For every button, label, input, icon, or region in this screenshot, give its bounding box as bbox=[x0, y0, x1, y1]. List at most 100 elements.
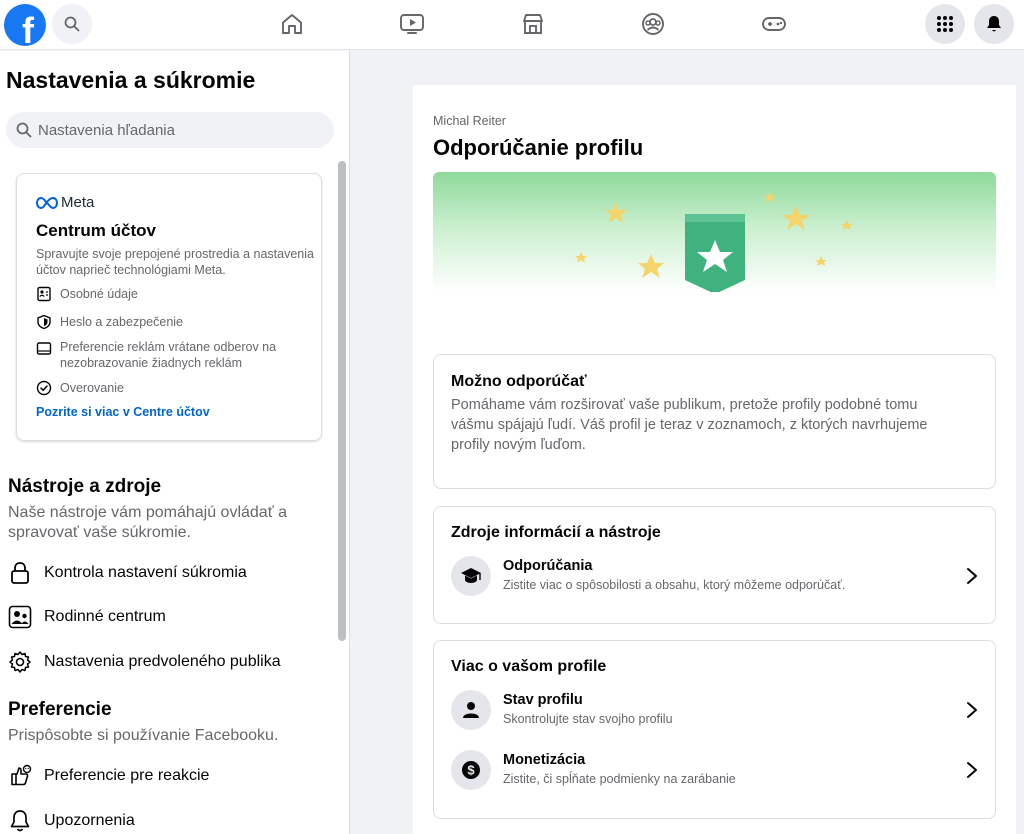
resources-card-title: Zdroje informácií a nástroje bbox=[451, 524, 661, 541]
eligible-recommendation-card: Možno odporúčať Pomáhame vám rozširovať … bbox=[433, 354, 996, 489]
notifications-button[interactable] bbox=[974, 4, 1014, 44]
meta-brand-text: Meta bbox=[61, 194, 95, 211]
sidebar-item-label: Upozornenia bbox=[44, 812, 135, 829]
accounts-center-item-verification[interactable]: Overovanie bbox=[36, 380, 124, 396]
sidebar-item-label: Kontrola nastavení súkromia bbox=[44, 564, 247, 581]
profile-info-card: Viac o vašom profile Stav profilu Skontr… bbox=[433, 640, 996, 819]
monitor-icon bbox=[36, 342, 52, 355]
see-more-accounts-center-link[interactable]: Pozrite si viac v Centre účtov bbox=[36, 405, 210, 419]
monetization-subtitle: Zistite, či spĺňate podmienky na zarában… bbox=[503, 772, 736, 786]
id-card-icon bbox=[37, 286, 51, 302]
accounts-center-item-label: Preferencie reklám vrátane odberov na ne… bbox=[60, 340, 277, 370]
chevron-right-icon bbox=[963, 566, 981, 586]
recommendations-row[interactable]: Odporúčania Zistite viac o spôsobilosti … bbox=[451, 554, 981, 598]
video-tab[interactable] bbox=[398, 10, 426, 38]
monetization-row[interactable]: $ Monetizácia Zistite, či spĺňate podmie… bbox=[451, 748, 981, 792]
accounts-center-item-label: Osobné údaje bbox=[60, 287, 138, 301]
accounts-center-item-ad-preferences[interactable]: Preferencie reklám vrátane odberov na ne… bbox=[36, 339, 296, 371]
profile-name: Michal Reiter bbox=[433, 114, 506, 128]
accounts-center-item-label: Overovanie bbox=[60, 381, 124, 395]
accounts-center-title: Centrum účtov bbox=[36, 221, 156, 240]
sidebar-item-label: Rodinné centrum bbox=[44, 608, 166, 625]
video-icon bbox=[400, 14, 424, 34]
tools-section-title: Nástroje a zdroje bbox=[8, 476, 162, 497]
monetization-title: Monetizácia bbox=[503, 752, 586, 768]
meta-infinity-icon bbox=[36, 196, 58, 209]
search-icon bbox=[16, 122, 32, 138]
profile-status-row[interactable]: Stav profilu Skontrolujte stav svojho pr… bbox=[451, 688, 981, 732]
settings-sidebar: Nastavenia a súkromie Meta Centrum účtov… bbox=[0, 51, 350, 834]
badge-ribbon-icon bbox=[685, 214, 745, 292]
family-icon bbox=[8, 605, 32, 629]
sidebar-item-notifications[interactable]: Upozornenia bbox=[8, 809, 135, 833]
star-icon bbox=[764, 192, 776, 202]
facebook-logo-letter: f bbox=[22, 10, 34, 47]
profile-status-title: Stav profilu bbox=[503, 692, 583, 708]
meta-logo: Meta bbox=[36, 194, 94, 211]
search-button[interactable] bbox=[52, 4, 92, 44]
profile-status-icon-circle bbox=[451, 690, 491, 730]
sidebar-item-default-audience[interactable]: Nastavenia predvoleného publika bbox=[8, 650, 281, 674]
groups-icon bbox=[642, 13, 664, 35]
facebook-logo[interactable]: f bbox=[4, 4, 46, 46]
recommendations-icon-circle bbox=[451, 556, 491, 596]
gear-icon bbox=[9, 651, 31, 673]
accounts-center-item-password-security[interactable]: Heslo a zabezpečenie bbox=[36, 314, 183, 330]
star-icon bbox=[605, 202, 627, 223]
home-icon bbox=[282, 14, 302, 34]
shield-icon bbox=[37, 314, 51, 330]
accounts-center-card: Meta Centrum účtov Spravujte svoje prepo… bbox=[16, 173, 322, 441]
monetization-icon-circle: $ bbox=[451, 750, 491, 790]
recommendations-subtitle: Zistite viac o spôsobilosti a obsahu, kt… bbox=[503, 578, 846, 592]
sidebar-title: Nastavenia a súkromie bbox=[6, 67, 256, 93]
eligible-card-title: Možno odporúčať bbox=[451, 373, 587, 390]
star-badge-illustration bbox=[575, 192, 853, 292]
preferences-section-description: Prispôsobte si používanie Facebooku. bbox=[8, 727, 279, 744]
tools-section-description: Naše nástroje vám pomáhajú ovládať a spr… bbox=[8, 504, 288, 541]
gaming-icon bbox=[762, 17, 786, 31]
profile-info-card-title: Viac o vašom profile bbox=[451, 658, 607, 675]
marketplace-tab[interactable] bbox=[519, 10, 547, 38]
chevron-right-icon bbox=[963, 760, 981, 780]
recommendation-banner bbox=[433, 172, 996, 292]
resources-card: Zdroje informácií a nástroje Odporúčania… bbox=[433, 506, 996, 624]
home-tab[interactable] bbox=[278, 10, 306, 38]
sidebar-item-label: Preferencie pre reakcie bbox=[44, 767, 210, 784]
check-circle-icon bbox=[36, 380, 52, 396]
chevron-right-icon bbox=[963, 700, 981, 720]
sidebar-item-reaction-preferences[interactable]: Preferencie pre reakcie bbox=[8, 764, 209, 788]
recommendations-title: Odporúčania bbox=[503, 558, 593, 574]
star-icon bbox=[815, 256, 827, 266]
gaming-tab[interactable] bbox=[760, 10, 788, 38]
profile-status-subtitle: Skontrolujte stav svojho profilu bbox=[503, 712, 673, 726]
sidebar-item-label: Nastavenia predvoleného publika bbox=[44, 653, 281, 670]
accounts-center-item-label: Heslo a zabezpečenie bbox=[60, 315, 183, 329]
preferences-section-title: Preferencie bbox=[8, 699, 112, 720]
settings-search-box[interactable] bbox=[6, 112, 334, 148]
menu-button[interactable] bbox=[925, 4, 965, 44]
star-icon bbox=[841, 220, 853, 230]
eligible-card-text: Pomáhame vám rozširovať vaše publikum, p… bbox=[451, 397, 928, 453]
sidebar-item-privacy-checkup[interactable]: Kontrola nastavení súkromia bbox=[8, 561, 247, 585]
notifications-bell-icon bbox=[987, 16, 1001, 32]
lock-icon bbox=[11, 562, 29, 584]
menu-grid-icon bbox=[937, 16, 953, 32]
settings-search-input[interactable] bbox=[38, 121, 318, 139]
profile-recommendation-panel: Michal Reiter Odporúčanie profilu Možno … bbox=[413, 85, 1016, 834]
bell-icon bbox=[10, 810, 30, 832]
groups-tab[interactable] bbox=[639, 10, 667, 38]
star-icon bbox=[782, 206, 810, 230]
svg-text:$: $ bbox=[467, 763, 475, 778]
accounts-center-description: Spravujte svoje prepojené prostredia a n… bbox=[36, 247, 314, 277]
star-icon bbox=[638, 254, 664, 278]
page-title: Odporúčanie profilu bbox=[433, 135, 644, 160]
sidebar-scrollbar[interactable] bbox=[338, 161, 346, 641]
marketplace-icon bbox=[523, 14, 543, 34]
top-navigation-bar: f bbox=[0, 0, 1024, 50]
accounts-center-item-personal-details[interactable]: Osobné údaje bbox=[36, 286, 138, 302]
person-icon bbox=[463, 702, 479, 718]
dollar-icon: $ bbox=[462, 761, 480, 779]
search-icon bbox=[64, 16, 80, 32]
graduation-cap-icon bbox=[461, 568, 481, 583]
sidebar-item-family-center[interactable]: Rodinné centrum bbox=[8, 605, 166, 629]
